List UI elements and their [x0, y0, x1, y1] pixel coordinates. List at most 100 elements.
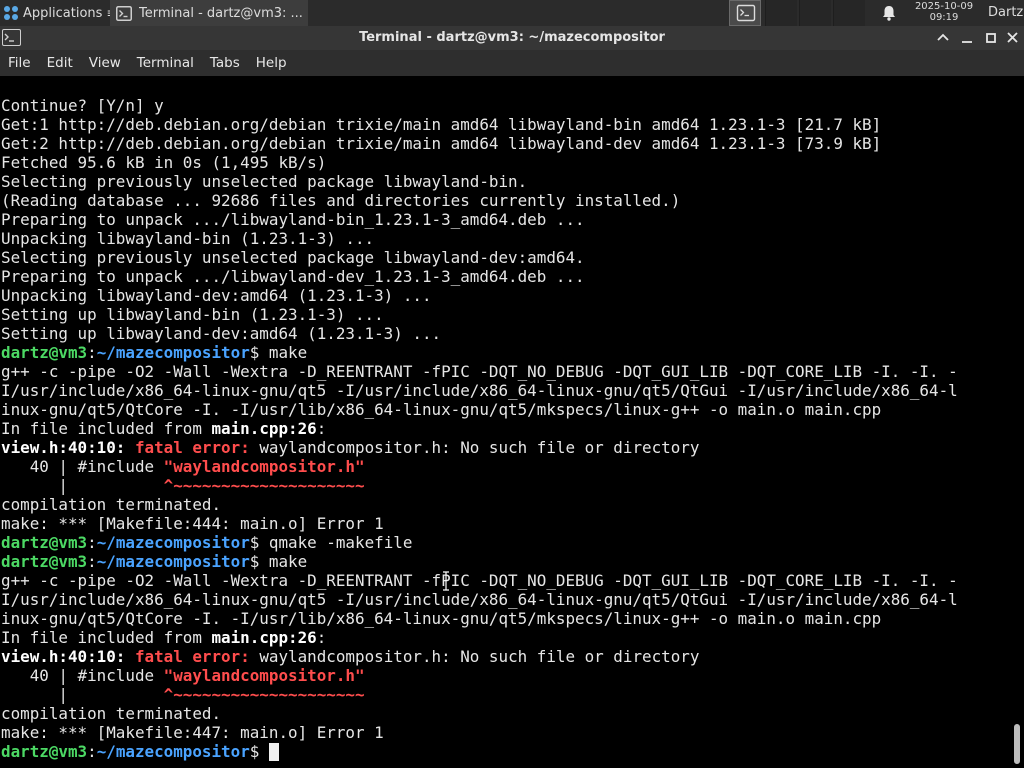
terminal-line: dartz@vm3:~/mazecompositor$ make [1, 552, 958, 571]
user-menu[interactable]: Dartz [988, 0, 1023, 26]
terminal-line: Get:1 http://deb.debian.org/debian trixi… [1, 115, 958, 134]
terminal-line: Preparing to unpack .../libwayland-dev_1… [1, 267, 958, 286]
terminal-line: dartz@vm3:~/mazecompositor$ make [1, 343, 958, 362]
applications-label: Applications [23, 5, 103, 21]
terminal-text: Preparing to unpack .../libwayland-dev_1… [1, 267, 585, 286]
terminal-line: | ^~~~~~~~~~~~~~~~~~~~~ [1, 685, 958, 704]
terminal-text: view.h:40:10: [1, 438, 135, 457]
terminal-text: : [87, 552, 97, 571]
terminal-line: In file included from main.cpp:26: [1, 628, 958, 647]
terminal-lines: Continue? [Y/n] y Get:1 http://deb.debian… [1, 96, 958, 761]
terminal-text: dartz@vm3 [1, 552, 88, 571]
terminal-text: make: *** [Makefile:447: main.o] Error 1 [1, 723, 384, 742]
terminal-line: Unpacking libwayland-dev:amd64 (1.23.1-3… [1, 286, 958, 305]
terminal-text: In file included from [1, 628, 212, 647]
terminal-line: view.h:40:10: fatal error: waylandcompos… [1, 647, 958, 666]
workspace-2[interactable] [765, 0, 797, 26]
terminal-text: ^~~~~~~~~~~~~~~~~~~~~ [163, 685, 365, 704]
terminal-text: inux-gnu/qt5/QtCore -I. -I/usr/lib/x86_6… [1, 609, 882, 628]
terminal-text: fatal error: [134, 438, 260, 457]
terminal-text: dartz@vm3 [1, 533, 88, 552]
terminal-line: make: *** [Makefile:447: main.o] Error 1 [1, 723, 958, 742]
window-titlebar[interactable]: Terminal - dartz@vm3: ~/mazecompositor [0, 26, 1024, 50]
terminal-line: dartz@vm3:~/mazecompositor$ [1, 742, 958, 761]
terminal-text: Get:2 http://deb.debian.org/debian trixi… [1, 134, 882, 153]
terminal-text: Fetched 95.6 kB in 0s (1,495 kB/s) [1, 153, 327, 172]
menu-terminal[interactable]: Terminal [129, 50, 202, 76]
terminal-line: compilation terminated. [1, 704, 958, 723]
menu-view[interactable]: View [81, 50, 129, 76]
terminal-line: inux-gnu/qt5/QtCore -I. -I/usr/lib/x86_6… [1, 400, 958, 419]
terminal-text: g++ -c -pipe -O2 -Wall -Wextra -D_REENTR… [1, 571, 958, 590]
terminal-line: view.h:40:10: fatal error: waylandcompos… [1, 438, 958, 457]
terminal-line: I/usr/include/x86_64-linux-gnu/qt5 -I/us… [1, 381, 958, 400]
terminal-line: 40 | #include "waylandcompositor.h" [1, 666, 958, 685]
terminal-line: Continue? [Y/n] y [1, 96, 958, 115]
notification-bell-icon[interactable] [880, 4, 898, 22]
menu-edit[interactable]: Edit [39, 50, 81, 76]
terminal-text: (Reading database ... 92686 files and di… [1, 191, 681, 210]
terminal-line: Get:2 http://deb.debian.org/debian trixi… [1, 134, 958, 153]
terminal-text: Unpacking libwayland-dev:amd64 (1.23.1-3… [1, 286, 432, 305]
terminal-text: ~/mazecompositor [96, 552, 250, 571]
text-cursor-icon [443, 571, 449, 591]
terminal-text: compilation terminated. [1, 704, 222, 723]
scrollbar[interactable] [1010, 76, 1024, 768]
terminal-text: compilation terminated. [1, 495, 222, 514]
terminal-text: Preparing to unpack .../libwayland-bin_1… [1, 210, 585, 229]
terminal-text: Unpacking libwayland-bin (1.23.1-3) ... [1, 229, 375, 248]
terminal-line: Setting up libwayland-bin (1.23.1-3) ... [1, 305, 958, 324]
terminal-line: In file included from main.cpp:26: [1, 419, 958, 438]
terminal-line: g++ -c -pipe -O2 -Wall -Wextra -D_REENTR… [1, 362, 958, 381]
terminal-text: Get:1 http://deb.debian.org/debian trixi… [1, 115, 882, 134]
terminal-line: I/usr/include/x86_64-linux-gnu/qt5 -I/us… [1, 590, 958, 609]
terminal-text: "waylandcompositor.h" [163, 457, 365, 476]
menu-tabs[interactable]: Tabs [202, 50, 248, 76]
terminal-text: make: *** [Makefile:444: main.o] Error 1 [1, 514, 384, 533]
terminal-output[interactable]: Continue? [Y/n] y Get:1 http://deb.debian… [0, 76, 1010, 768]
menu-file[interactable]: File [0, 50, 39, 76]
taskbar-item-terminal[interactable]: Terminal - dartz@vm3: ... [110, 0, 308, 26]
workspace-4[interactable] [833, 0, 865, 26]
window-title: Terminal - dartz@vm3: ~/mazecompositor [359, 30, 665, 45]
terminal-line: g++ -c -pipe -O2 -Wall -Wextra -D_REENTR… [1, 571, 958, 590]
terminal-line: | ^~~~~~~~~~~~~~~~~~~~~ [1, 476, 958, 495]
terminal-text: I/usr/include/x86_64-linux-gnu/qt5 -I/us… [1, 381, 958, 400]
terminal-text: main.cpp:26 [211, 628, 317, 647]
clock[interactable]: 2025-10-09 09:19 [908, 1, 980, 23]
applications-icon [4, 6, 18, 20]
terminal-text: view.h:40:10: [1, 647, 135, 666]
terminal-text: : [87, 533, 97, 552]
terminal-text: 40 | #include [1, 666, 164, 685]
terminal-line: Unpacking libwayland-bin (1.23.1-3) ... [1, 229, 958, 248]
close-icon[interactable] [1004, 28, 1022, 48]
terminal-text: ~/mazecompositor [96, 742, 250, 761]
maximize-icon[interactable] [982, 28, 1000, 48]
terminal-text: Setting up libwayland-bin (1.23.1-3) ... [1, 305, 384, 324]
terminal-line: Selecting previously unselected package … [1, 172, 958, 191]
terminal-line: dartz@vm3:~/mazecompositor$ qmake -makef… [1, 533, 958, 552]
menubar: File Edit View Terminal Tabs Help [0, 50, 1024, 76]
terminal-text: : [87, 343, 97, 362]
terminal-text: g++ -c -pipe -O2 -Wall -Wextra -D_REENTR… [1, 362, 958, 381]
terminal-text: $ make [249, 552, 308, 571]
top-panel: Applications ≡ Terminal - dartz@vm3: ...… [0, 0, 1024, 26]
terminal-text: $ qmake -makefile [249, 533, 413, 552]
workspace-1[interactable] [729, 0, 761, 26]
terminal-line: 40 | #include "waylandcompositor.h" [1, 457, 958, 476]
terminal-text: : [316, 628, 327, 647]
workspace-3[interactable] [799, 0, 831, 26]
terminal-icon [736, 4, 756, 22]
terminal-text: I/usr/include/x86_64-linux-gnu/qt5 -I/us… [1, 590, 958, 609]
minimize-icon[interactable] [958, 28, 976, 48]
terminal-text: Selecting previously unselected package … [1, 172, 528, 191]
applications-menu-button[interactable]: Applications ≡ [0, 0, 116, 26]
terminal-text: $ make [249, 343, 308, 362]
terminal-text: Selecting previously unselected package … [1, 248, 585, 267]
menu-help[interactable]: Help [248, 50, 295, 76]
terminal-text: dartz@vm3 [1, 343, 88, 362]
terminal-text: main.cpp:26 [211, 419, 317, 438]
terminal-line: make: *** [Makefile:444: main.o] Error 1 [1, 514, 958, 533]
shade-icon[interactable] [934, 28, 952, 48]
scrollbar-thumb[interactable] [1014, 724, 1020, 764]
